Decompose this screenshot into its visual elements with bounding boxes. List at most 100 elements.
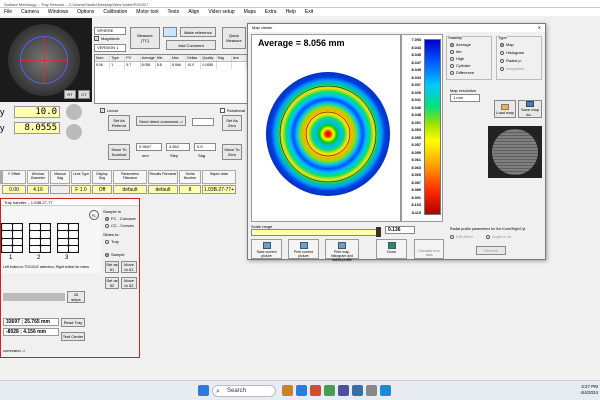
measure-button[interactable]: Measure [TC] <box>130 27 160 49</box>
colorbar-tick: 8.057 <box>411 143 421 147</box>
tray-area[interactable]: FL 1 2 3 Left button to TOGGLE selection… <box>1 207 101 273</box>
menu-align[interactable]: Align <box>188 9 199 15</box>
system-clock[interactable]: 3:27 PM 4/4/2024 <box>560 384 598 396</box>
quick-measure-button[interactable]: Quick Measure <box>222 27 246 49</box>
knob-icon[interactable] <box>66 124 82 140</box>
app-icon[interactable] <box>338 385 349 396</box>
add-comment-button[interactable]: Add Comment <box>166 40 216 50</box>
move-to-zero-button[interactable]: Move To Zero <box>222 144 242 160</box>
stability-high-radio[interactable]: High <box>450 56 464 61</box>
serial-number-field[interactable]: 8 <box>179 185 201 194</box>
type-histogram-radio[interactable]: Histogram <box>500 50 524 55</box>
menu-help[interactable]: Help <box>286 9 296 15</box>
stability-average-radio[interactable]: Average <box>450 42 471 47</box>
angle-radio[interactable]: Angle in Ar <box>486 234 511 239</box>
test-center-button[interactable]: Test Center <box>61 332 85 341</box>
scale-range-slider[interactable] <box>251 229 381 236</box>
move-to-52-button[interactable]: Move to 52 <box>121 277 137 289</box>
bspec-data-field[interactable]: 1.03B.27-77+ <box>202 185 236 194</box>
app-icon[interactable] <box>366 385 377 396</box>
move-to-nominal-button[interactable]: Move To Nominal <box>108 144 130 160</box>
file-explorer-icon[interactable] <box>282 385 293 396</box>
manual-sag-field[interactable] <box>50 185 70 194</box>
step-field[interactable]: 3.562 <box>166 143 190 151</box>
map-plot[interactable]: Average = 8.056 mm <box>251 34 401 222</box>
results-filename-field[interactable]: default <box>148 185 178 194</box>
menu-calibration[interactable]: Calibration <box>103 9 127 15</box>
type-integrated-radio[interactable]: Integrated <box>500 66 524 71</box>
type-radial-radio[interactable]: Radial p. <box>500 58 522 63</box>
command-input[interactable] <box>192 118 214 126</box>
calculate-lens-data-button[interactable]: Calculate lens' data <box>414 239 444 259</box>
load-map-button[interactable]: Load map <box>494 100 516 118</box>
tray-slider[interactable] <box>3 293 65 301</box>
set-as-reference-button[interactable]: Set As Refernd <box>108 115 130 131</box>
convex-radio[interactable]: CC - Convex <box>105 223 134 228</box>
save-map-button[interactable]: Save map as... <box>518 100 542 118</box>
tray-radio[interactable]: Tray <box>105 239 119 244</box>
sample-radio[interactable]: Sample <box>105 252 125 257</box>
fl-indicator[interactable]: FL <box>89 210 99 220</box>
scale-slider-thumb[interactable] <box>376 227 381 237</box>
version-select[interactable]: VERSION 1 <box>94 44 126 52</box>
print-map-button[interactable]: Print map, histogram and radius profile <box>325 239 359 262</box>
window-diameter-field[interactable]: 4.16 <box>27 185 49 194</box>
menu-motor-tool[interactable]: Motor tool <box>136 9 158 15</box>
lens-type-field[interactable]: F 1.0 <box>71 185 91 194</box>
start-icon[interactable] <box>198 385 209 396</box>
knob-icon[interactable] <box>66 104 82 120</box>
taskbar-search[interactable]: ⌕ Search <box>212 385 276 397</box>
magnitude-checkbox[interactable]: ✓ Magnitude <box>94 36 120 41</box>
close-icon[interactable]: ✕ <box>538 25 541 31</box>
set-as-zero-button[interactable]: Set As Zero <box>222 115 242 131</box>
print-picture-button[interactable]: Print current picture <box>288 239 319 259</box>
display-seg-field[interactable]: Off <box>92 185 112 194</box>
stability-difference-radio[interactable]: Difference <box>450 70 474 75</box>
move-to-61-button[interactable]: Move to 61 <box>121 261 137 273</box>
map-resolution-select[interactable]: 1 mm <box>450 94 480 102</box>
menu-file[interactable]: File <box>4 9 12 15</box>
diff-offset-radio[interactable]: Diff offset <box>450 234 473 239</box>
camera-ct-button[interactable]: CT <box>78 90 90 99</box>
sag-field[interactable]: 0.5 <box>194 143 216 151</box>
results-table: Nom Type PV Average Min Max Deltas Quali… <box>94 54 248 104</box>
rotational-checkbox[interactable]: Rotational <box>220 108 245 113</box>
app-icon[interactable] <box>310 385 321 396</box>
tray-column-3[interactable] <box>57 223 79 253</box>
make-reference-button[interactable]: Make reference <box>180 27 216 37</box>
refresh-button[interactable]: Refresh <box>476 246 506 255</box>
scale-range-value[interactable]: 0.136 <box>385 226 415 234</box>
menu-windows[interactable]: Windows <box>48 9 68 15</box>
save-picture-button[interactable]: Save current picture <box>251 239 282 259</box>
parameters-filename-field[interactable]: default <box>113 185 147 194</box>
menu-extra[interactable]: Extra <box>265 9 277 15</box>
menu-exit[interactable]: Exit <box>305 9 313 15</box>
close-button[interactable]: Close <box>376 239 407 259</box>
type-map-radio[interactable]: Map <box>500 42 514 47</box>
menu-camera[interactable]: Camera <box>21 9 39 15</box>
stability-cylinder-radio[interactable]: Cylinder <box>450 63 471 68</box>
linear-checkbox[interactable]: ✓ Linear <box>100 108 118 113</box>
set-as-52-button[interactable]: Set as 52 <box>105 277 119 289</box>
concave-radio[interactable]: FC - Concave <box>105 216 136 221</box>
table-row[interactable]: 5.06 1 5.7 8.055 8.8 8.966 10.0 0.0085 <box>95 62 248 69</box>
y-offset-field[interactable]: 0.00 <box>2 185 26 194</box>
browser-icon[interactable] <box>296 385 307 396</box>
tray-column-1[interactable] <box>1 223 23 253</box>
set-as-61-button[interactable]: Set as 61 <box>105 261 119 273</box>
tray-column-2[interactable] <box>29 223 51 253</box>
read-tray-button[interactable]: Read Tray <box>61 318 85 327</box>
send-direct-command-button[interactable]: Send direct command -> <box>136 116 186 126</box>
steps-field[interactable]: 26 steps <box>67 291 85 303</box>
nominal-field[interactable]: 0.9547 <box>136 143 162 151</box>
menu-tests[interactable]: Tests <box>168 9 180 15</box>
app-icon[interactable] <box>352 385 363 396</box>
menu-video-setup[interactable]: Video setup <box>208 9 234 15</box>
app-icon[interactable] <box>324 385 335 396</box>
stability-iter-radio[interactable]: Iter <box>450 49 462 54</box>
camera-rt-button[interactable]: RT <box>64 90 76 99</box>
menu-options[interactable]: Options <box>77 9 94 15</box>
app-icon[interactable] <box>380 385 391 396</box>
sphere-select[interactable]: SPHERE <box>94 27 126 35</box>
menu-maps[interactable]: Maps <box>244 9 256 15</box>
